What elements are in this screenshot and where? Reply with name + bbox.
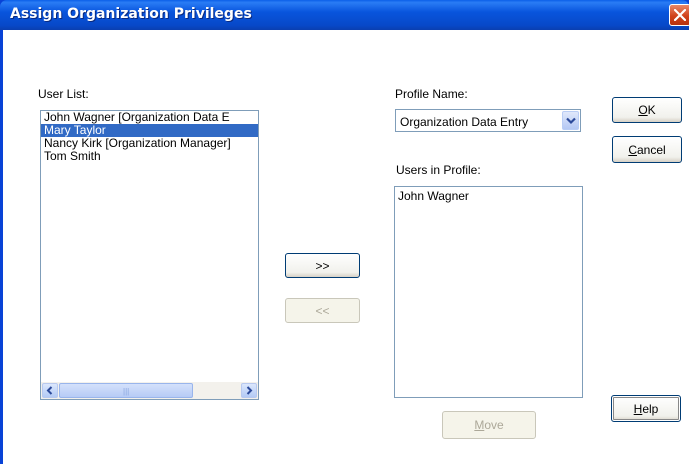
close-icon [674, 9, 686, 21]
user-list-label: User List: [38, 87, 89, 101]
dialog-body: User List: John Wagner [Organization Dat… [3, 30, 689, 464]
ok-label: OK [638, 103, 656, 117]
remove-from-profile-label: << [315, 303, 330, 318]
scroll-right-button[interactable] [241, 383, 257, 398]
profile-name-label: Profile Name: [395, 87, 468, 101]
scroll-left-button[interactable] [42, 383, 58, 398]
help-label: Help [633, 401, 659, 416]
ok-button[interactable]: OK [612, 97, 682, 123]
chevron-right-icon [246, 386, 253, 395]
dialog-window: Assign Organization Privileges User List… [0, 0, 689, 464]
help-button[interactable]: Help [611, 395, 681, 422]
title-bar[interactable]: Assign Organization Privileges [0, 0, 689, 30]
scroll-grip: ||| [123, 387, 130, 396]
remove-from-profile-button[interactable]: << [285, 298, 360, 323]
profile-name-value: Organization Data Entry [400, 115, 529, 129]
move-button[interactable]: Move [442, 411, 536, 439]
profile-user-item[interactable]: John Wagner [395, 190, 582, 203]
cancel-label: Cancel [628, 142, 666, 157]
users-in-profile-list[interactable]: John Wagner [394, 186, 583, 398]
cancel-button[interactable]: Cancel [612, 136, 682, 163]
horizontal-scrollbar[interactable]: ||| [41, 382, 258, 399]
dropdown-button[interactable] [562, 111, 579, 130]
move-label: Move [474, 418, 504, 432]
users-in-profile-label: Users in Profile: [396, 163, 481, 177]
window-title: Assign Organization Privileges [10, 6, 252, 22]
add-to-profile-button[interactable]: >> [285, 253, 360, 278]
user-list-item[interactable]: Tom Smith [41, 150, 258, 163]
profile-name-dropdown[interactable]: Organization Data Entry [395, 109, 581, 132]
chevron-left-icon [46, 386, 53, 395]
chevron-down-icon [566, 117, 576, 125]
add-to-profile-label: >> [315, 258, 330, 273]
user-list[interactable]: John Wagner [Organization Data E Mary Tay… [40, 110, 259, 400]
scroll-thumb[interactable]: ||| [59, 383, 193, 398]
close-button[interactable] [669, 4, 689, 26]
